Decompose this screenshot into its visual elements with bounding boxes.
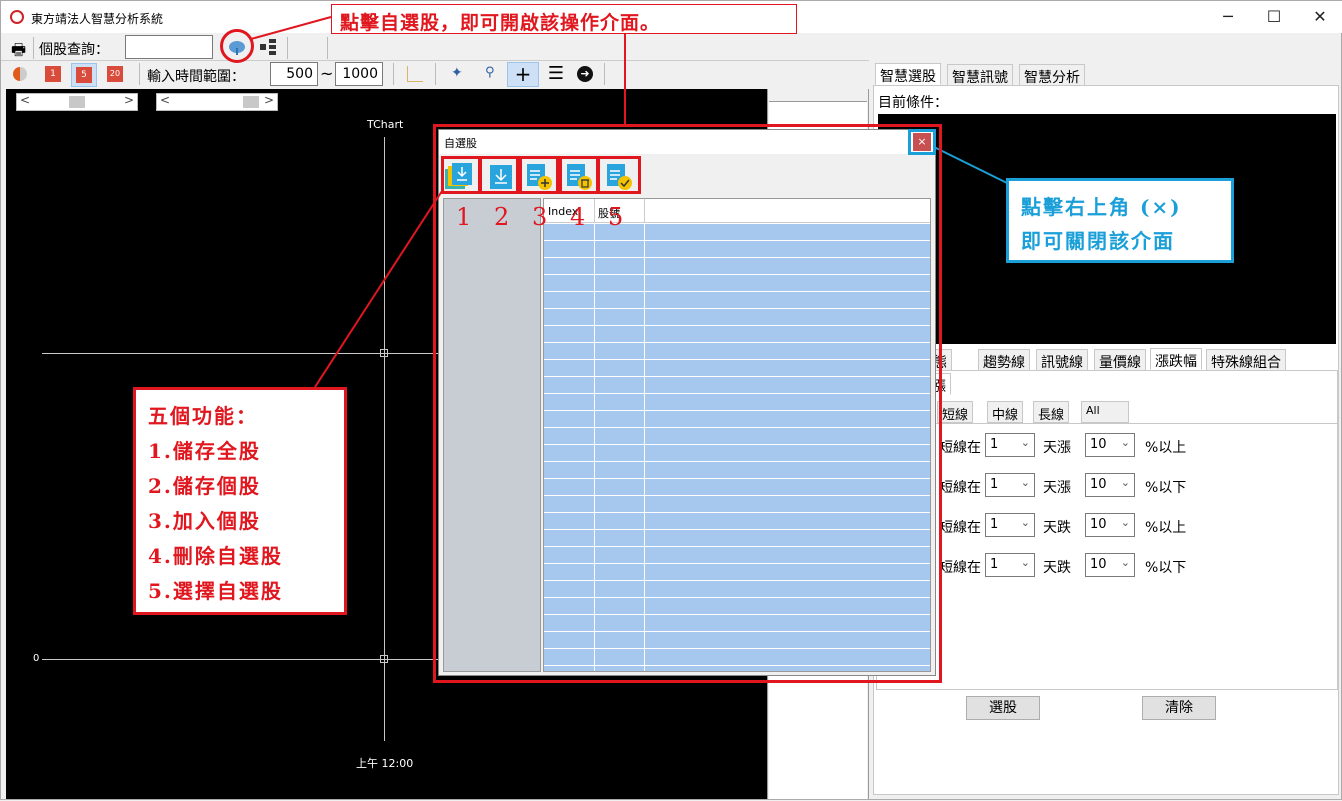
- function-number: 2: [494, 203, 510, 231]
- function-number: 5: [608, 203, 624, 231]
- close-callout-box: 點擊右上角 (×) 即可關閉該介面: [1006, 178, 1234, 263]
- function-1-highlight: [441, 156, 481, 194]
- close-callout-line1: 點擊右上角 (×): [1021, 195, 1182, 219]
- function-item: 1.儲存全股: [148, 439, 261, 463]
- dialog-highlight-box: [433, 124, 942, 683]
- function-number: 3: [532, 203, 548, 231]
- function-item: 3.加入個股: [148, 509, 261, 533]
- function-2-highlight: [479, 156, 519, 194]
- function-item: 4.刪除自選股: [148, 544, 283, 568]
- functions-title: 五個功能：: [148, 404, 258, 428]
- function-number: 4: [570, 203, 586, 231]
- functions-callout-box: 五個功能： 1.儲存全股 2.儲存個股 3.加入個股 4.刪除自選股 5.選擇自…: [133, 387, 347, 615]
- function-3-highlight: [519, 156, 559, 194]
- close-highlight-box: [908, 129, 936, 155]
- top-callout-box: 點擊自選股，即可開啟該操作介面。: [331, 4, 797, 34]
- function-4-highlight: [559, 156, 599, 194]
- favorites-highlight-circle: [220, 29, 254, 63]
- app-window: 東方靖法人智慧分析系統 ─ ☐ ✕ 🖶 個股查詢： 1 5 20 輸入時間範圍：…: [0, 0, 1342, 800]
- function-item: 2.儲存個股: [148, 474, 261, 498]
- function-5-highlight: [597, 156, 641, 194]
- function-item: 5.選擇自選股: [148, 579, 283, 603]
- close-callout-line2: 即可關閉該介面: [1021, 229, 1175, 253]
- top-callout-text: 點擊自選股，即可開啟該操作介面。: [340, 12, 661, 34]
- function-number: 1: [456, 203, 472, 231]
